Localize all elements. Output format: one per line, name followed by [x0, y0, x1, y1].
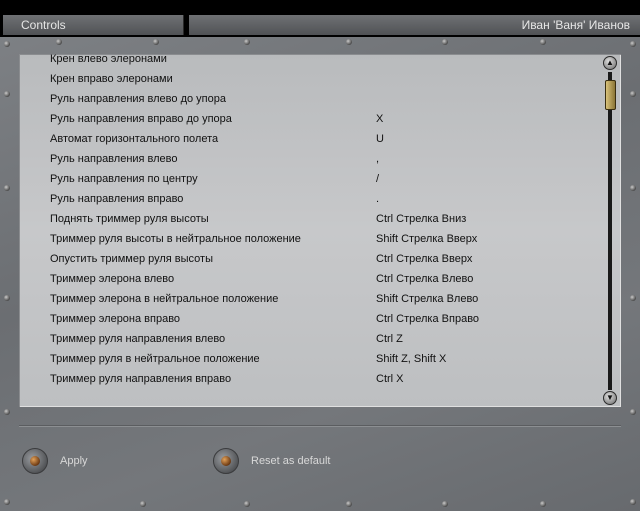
rivet-icon [4, 409, 10, 415]
rivet-icon [630, 295, 636, 301]
binding-key: Ctrl Z [376, 333, 403, 345]
window-title: Controls [3, 15, 184, 35]
binding-key: Ctrl Стрелка Вниз [376, 213, 467, 225]
scroll-up-arrow-icon[interactable]: ▲ [603, 56, 617, 70]
rivet-icon [244, 501, 250, 507]
binding-key: , [376, 153, 380, 165]
rivet-icon [4, 499, 10, 505]
binding-row[interactable]: Руль направления вправо до упора X [19, 108, 599, 128]
binding-action: Руль направления влево [50, 153, 178, 165]
binding-action: Триммер элерона в нейтральное положение [50, 293, 279, 305]
binding-row[interactable]: Триммер элерона в нейтральное положение S… [19, 288, 599, 308]
binding-row[interactable]: Опустить триммер руля высоты Ctrl Стрелка… [19, 248, 599, 268]
binding-action: Крен вправо элеронами [50, 73, 173, 85]
apply-button[interactable]: Apply [60, 455, 88, 467]
binding-action: Руль направления по центру [50, 173, 198, 185]
binding-key: Shift Стрелка Влево [376, 293, 479, 305]
reset-default-button[interactable]: Reset as default [251, 455, 331, 467]
binding-row[interactable]: Поднять триммер руля высоты Ctrl Стрелка … [19, 208, 599, 228]
rivet-icon [540, 39, 546, 45]
binding-key: U [376, 133, 384, 145]
binding-action: Триммер элерона влево [50, 273, 175, 285]
binding-action: Триммер руля направления вправо [50, 373, 232, 385]
binding-key: / [376, 173, 380, 185]
reset-knob-icon[interactable] [213, 448, 239, 474]
binding-row[interactable]: Крен вправо элеронами [19, 68, 599, 88]
binding-action: Поднять триммер руля высоты [50, 213, 209, 225]
binding-key: Ctrl X [376, 373, 404, 385]
binding-row[interactable]: Триммер элерона влево Ctrl Стрелка Влево [19, 268, 599, 288]
binding-row[interactable]: Руль направления вправо. [19, 188, 599, 208]
scroll-down-arrow-icon[interactable]: ▼ [603, 391, 617, 405]
scroll-thumb[interactable] [605, 80, 616, 110]
divider [19, 425, 621, 426]
title-bar: Controls Иван 'Ваня' Иванов [0, 0, 640, 37]
rivet-icon [56, 39, 62, 45]
binding-row[interactable]: Автомат горизонтального полета U [19, 128, 599, 148]
rivet-icon [630, 41, 636, 47]
rivet-icon [4, 91, 10, 97]
rivet-icon [4, 295, 10, 301]
rivet-icon [346, 39, 352, 45]
binding-key: Ctrl Стрелка Вверх [376, 253, 473, 265]
binding-row[interactable]: Триммер руля высоты в нейтральное положе… [19, 228, 599, 248]
binding-action: Руль направления вправо до упора [50, 113, 232, 125]
apply-knob-icon[interactable] [22, 448, 48, 474]
binding-action: Триммер руля направления влево [50, 333, 226, 345]
binding-key: Shift Z, Shift X [376, 353, 447, 365]
binding-action: Триммер элерона вправо [50, 313, 181, 325]
rivet-icon [346, 501, 352, 507]
rivet-icon [630, 409, 636, 415]
rivet-icon [540, 501, 546, 507]
rivet-icon [140, 501, 146, 507]
binding-action: Крен влево элеронами [50, 54, 167, 65]
binding-key: X [376, 113, 384, 125]
list-scrollbar[interactable]: ▲ ▼ [603, 56, 618, 406]
binding-action: Руль направления вправо [50, 193, 184, 205]
binding-action: Триммер руля высоты в нейтральное положе… [50, 233, 301, 245]
rivet-icon [153, 39, 159, 45]
binding-action: Триммер руля в нейтральное положение [50, 353, 260, 365]
binding-key: Ctrl Стрелка Вправо [376, 313, 480, 325]
binding-action: Автомат горизонтального полета [50, 133, 219, 145]
rivet-icon [4, 41, 10, 47]
rivet-icon [4, 185, 10, 191]
binding-row[interactable]: Триммер руля направления влево Ctrl Z [19, 328, 599, 348]
binding-key: . [376, 193, 380, 205]
binding-row[interactable]: Триммер элерона вправо Ctrl Стрелка Вправ… [19, 308, 599, 328]
bindings-rows: Крен влево элеронами Крен вправо элеронам… [19, 54, 599, 388]
binding-row[interactable]: Руль направления по центру / [19, 168, 599, 188]
binding-action: Опустить триммер руля высоты [50, 253, 213, 265]
rivet-icon [630, 499, 636, 505]
binding-row[interactable]: Руль направления влево, [19, 148, 599, 168]
binding-key: Ctrl Стрелка Влево [376, 273, 474, 285]
rivet-icon [442, 501, 448, 507]
binding-row[interactable]: Триммер руля в нейтральное положение Shif… [19, 348, 599, 368]
rivet-icon [244, 39, 250, 45]
pilot-name: Иван 'Ваня' Иванов [189, 15, 640, 35]
rivet-icon [630, 91, 636, 97]
binding-key: Shift Стрелка Вверх [376, 233, 478, 245]
key-bindings-list[interactable]: Крен влево элеронами Крен вправо элеронам… [19, 54, 621, 407]
scroll-track[interactable] [608, 72, 612, 390]
binding-row[interactable]: Руль направления влево до упора [19, 88, 599, 108]
rivet-icon [442, 39, 448, 45]
binding-row[interactable]: Крен влево элеронами [19, 54, 599, 68]
binding-row[interactable]: Триммер руля направления вправо Ctrl X [19, 368, 599, 388]
rivet-icon [630, 185, 636, 191]
binding-action: Руль направления влево до упора [50, 93, 226, 105]
